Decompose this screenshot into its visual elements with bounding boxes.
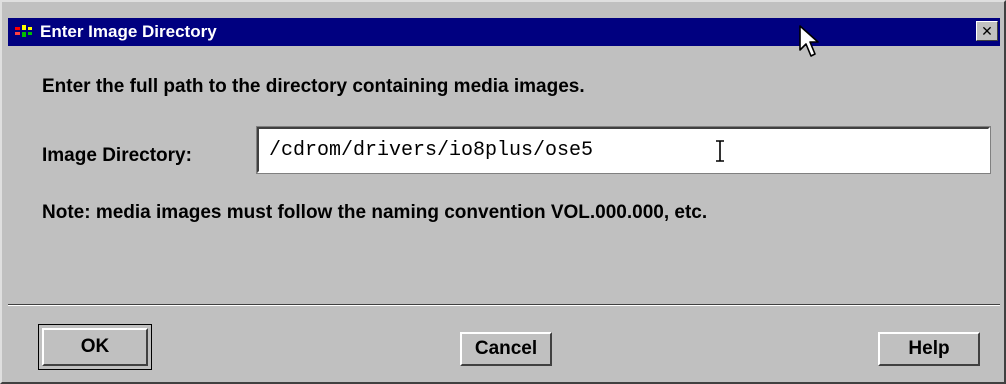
close-button[interactable]: ✕ [976, 21, 998, 41]
button-separator [8, 304, 1000, 306]
enter-image-directory-dialog: Enter Image Directory ✕ Enter the full p… [0, 0, 1006, 384]
naming-convention-note: Note: media images must follow the namin… [42, 202, 708, 223]
help-button[interactable]: Help [878, 332, 980, 366]
mouse-pointer-icon [799, 25, 819, 57]
ok-button[interactable]: OK [42, 328, 148, 366]
close-icon: ✕ [981, 22, 993, 39]
image-directory-label: Image Directory: [42, 145, 192, 166]
app-icon [14, 24, 36, 40]
cancel-button[interactable]: Cancel [460, 332, 552, 366]
image-directory-input[interactable] [256, 126, 991, 174]
text-cursor-icon [716, 140, 724, 162]
instruction-text: Enter the full path to the directory con… [42, 76, 585, 97]
title-bar[interactable]: Enter Image Directory ✕ [8, 18, 1000, 46]
window-title: Enter Image Directory [40, 22, 217, 41]
